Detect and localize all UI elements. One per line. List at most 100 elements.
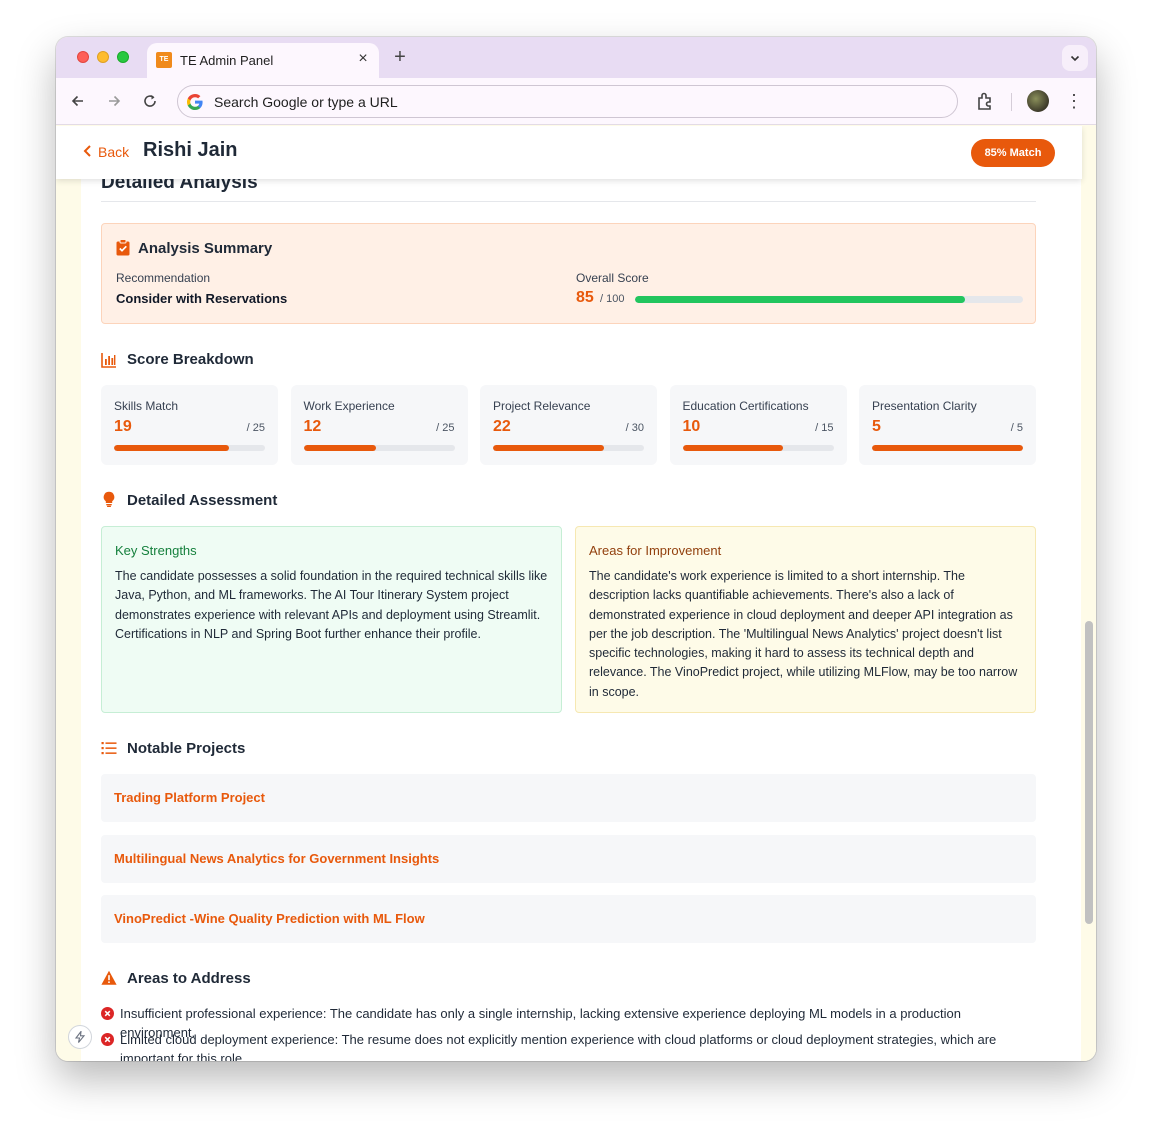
reload-button[interactable] (140, 91, 160, 111)
project-name: Multilingual News Analytics for Governme… (114, 851, 440, 866)
score-card-max: / 25 (246, 422, 265, 434)
tab-search-button[interactable] (1062, 45, 1088, 71)
page-viewport: Detailed Analysis Analysis Summary Recom… (56, 126, 1096, 1061)
match-badge: 85% Match (971, 139, 1055, 167)
score-card-bar (872, 445, 1023, 451)
back-button-label: Back (98, 144, 130, 160)
score-card-work-experience: Work Experience 12 / 25 (290, 385, 468, 465)
score-card-skills-match: Skills Match 19 / 25 (101, 385, 278, 465)
tab-title: TE Admin Panel (180, 53, 274, 68)
reload-icon (144, 95, 156, 107)
chevron-down-icon (1070, 55, 1080, 62)
arrow-left-icon (71, 95, 83, 107)
score-card-label: Work Experience (303, 399, 395, 413)
project-item[interactable]: VinoPredict -Wine Quality Prediction wit… (101, 895, 1036, 943)
bolt-icon (74, 1029, 86, 1043)
lightbulb-icon (103, 491, 115, 507)
score-card-value: 19 (114, 418, 132, 435)
score-card-value: 5 (872, 418, 881, 435)
score-card-max: / 25 (436, 422, 455, 434)
overall-score-label: Overall Score (576, 271, 649, 285)
notable-projects-title: Notable Projects (127, 740, 246, 757)
browser-toolbar: Search Google or type a URL ⋮ (56, 78, 1096, 125)
address-bar[interactable]: Search Google or type a URL (177, 85, 958, 118)
overall-score-max: / 100 (600, 293, 625, 305)
score-breakdown-cards: Skills Match 19 / 25 Work Experience 12 … (101, 385, 1036, 465)
score-card-value: 10 (682, 418, 701, 435)
analysis-summary-panel: Analysis Summary Recommendation Consider… (101, 223, 1036, 324)
detailed-assessment-title: Detailed Assessment (127, 492, 278, 509)
scrollbar-track[interactable] (1082, 179, 1096, 1061)
recommendation-value: Consider with Reservations (116, 291, 288, 306)
project-item[interactable]: Trading Platform Project (101, 774, 1036, 822)
x-circle-icon (101, 1033, 114, 1046)
project-item[interactable]: Multilingual News Analytics for Governme… (101, 835, 1036, 883)
project-name: Trading Platform Project (114, 790, 265, 805)
score-card-bar-fill (114, 445, 229, 451)
recommendation-label: Recommendation (116, 271, 211, 285)
score-card-value: 12 (303, 418, 322, 435)
extensions-icon[interactable] (974, 90, 996, 112)
score-card-max: / 5 (1010, 422, 1023, 434)
score-card-bar-fill (872, 445, 1023, 451)
browser-window: TE TE Admin Panel × + Search Google or t (56, 37, 1096, 1061)
section-divider (101, 201, 1036, 202)
score-card-bar (303, 445, 455, 451)
score-card-label: Project Relevance (493, 399, 591, 413)
candidate-header: Back Rishi Jain 85% Match (56, 126, 1082, 179)
browser-tab-active[interactable]: TE TE Admin Panel × (147, 43, 379, 78)
project-name: VinoPredict -Wine Quality Prediction wit… (114, 911, 425, 926)
key-strengths-text: The candidate possesses a solid foundati… (115, 569, 548, 641)
new-tab-button[interactable]: + (390, 47, 410, 67)
score-card-presentation-clarity: Presentation Clarity 5 / 5 (859, 385, 1036, 465)
close-window-button[interactable] (77, 51, 89, 63)
score-card-label: Skills Match (114, 399, 179, 413)
score-card-bar (114, 445, 265, 451)
areas-to-address-title: Areas to Address (127, 970, 251, 987)
clipboard-check-icon (116, 239, 130, 256)
key-strengths-panel: Key Strengths The candidate possesses a … (101, 526, 562, 713)
score-card-project-relevance: Project Relevance 22 / 30 (480, 385, 657, 465)
score-card-label: Presentation Clarity (872, 399, 977, 413)
forward-nav-button[interactable] (104, 91, 124, 111)
arrow-right-icon (109, 95, 121, 107)
warning-triangle-icon (101, 970, 117, 985)
areas-for-improvement-text: The candidate's work experience is limit… (589, 569, 1018, 699)
summary-title: Analysis Summary (138, 240, 273, 257)
favicon-icon: TE (156, 52, 172, 68)
tab-close-icon[interactable]: × (355, 51, 371, 67)
score-card-education-certifications: Education Certifications 10 / 15 (669, 385, 847, 465)
candidate-name: Rishi Jain (143, 139, 238, 161)
browser-menu-icon[interactable]: ⋮ (1064, 90, 1084, 112)
score-card-value: 22 (493, 418, 511, 435)
toolbar-divider (1011, 93, 1012, 111)
scrollbar-thumb[interactable] (1085, 621, 1093, 924)
score-card-max: / 15 (815, 422, 834, 434)
list-icon (101, 742, 117, 755)
x-circle-icon (101, 1007, 114, 1020)
assistant-fab[interactable] (68, 1025, 92, 1049)
score-card-label: Education Certifications (682, 399, 809, 413)
minimize-window-button[interactable] (97, 51, 109, 63)
address-input[interactable]: Search Google or type a URL (214, 94, 398, 110)
areas-for-improvement-title: Areas for Improvement (589, 543, 722, 558)
issue-text: Limited cloud deployment experience: The… (120, 1032, 997, 1061)
google-icon (187, 94, 203, 110)
score-card-bar-fill (682, 445, 784, 451)
score-card-max: / 30 (625, 422, 644, 434)
bar-chart-icon (101, 353, 116, 368)
areas-for-improvement-panel: Areas for Improvement The candidate's wo… (575, 526, 1036, 713)
score-card-bar (682, 445, 834, 451)
tab-strip: TE TE Admin Panel × + (56, 37, 1096, 78)
overall-score-bar (635, 296, 1023, 303)
maximize-window-button[interactable] (117, 51, 129, 63)
key-strengths-title: Key Strengths (115, 543, 197, 558)
score-card-bar-fill (303, 445, 376, 451)
overall-score-bar-fill (635, 296, 965, 303)
chevron-left-icon (83, 145, 91, 157)
back-nav-button[interactable] (68, 91, 88, 111)
analysis-content: Detailed Analysis Analysis Summary Recom… (81, 126, 1081, 1061)
profile-avatar[interactable] (1027, 90, 1049, 112)
overall-score-value: 85 (576, 289, 594, 306)
back-button[interactable]: Back (83, 144, 129, 160)
